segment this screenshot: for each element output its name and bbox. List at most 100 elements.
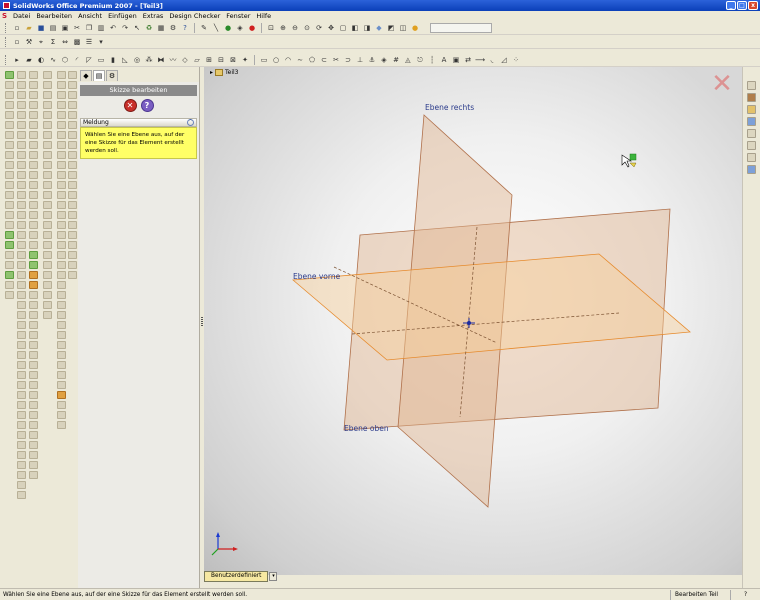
- sketch-grid-icon[interactable]: #: [391, 55, 401, 65]
- pan-icon[interactable]: ✥: [326, 23, 336, 33]
- minimize-button[interactable]: _: [726, 1, 736, 10]
- menu-design-checker[interactable]: Design Checker: [169, 12, 220, 20]
- reference-geometry-icon[interactable]: ◇: [180, 55, 190, 65]
- close-window-button[interactable]: x: [748, 1, 758, 10]
- tool-icon[interactable]: [56, 211, 66, 219]
- tool-icon[interactable]: [42, 231, 52, 239]
- tool-icon[interactable]: [4, 171, 14, 179]
- tool-icon[interactable]: [56, 151, 66, 159]
- tool-icon[interactable]: [67, 231, 77, 239]
- tool-icon[interactable]: [56, 311, 66, 319]
- tool-icon[interactable]: [28, 251, 38, 259]
- tool-icon[interactable]: [56, 411, 66, 419]
- sketch-polygon-icon[interactable]: ⬠: [307, 55, 317, 65]
- tool-icon[interactable]: [4, 261, 14, 269]
- tool-icon[interactable]: [4, 281, 14, 289]
- tools-icon[interactable]: ⚒: [24, 37, 34, 47]
- tool-icon[interactable]: [4, 191, 14, 199]
- tool-icon[interactable]: [28, 391, 38, 399]
- sketch-block-icon[interactable]: ▣: [451, 55, 461, 65]
- tool-icon[interactable]: [4, 91, 14, 99]
- tool-icon[interactable]: [67, 271, 77, 279]
- configuration-combo[interactable]: [430, 22, 492, 33]
- tool-icon[interactable]: [67, 121, 77, 129]
- tool-icon[interactable]: [28, 141, 38, 149]
- record-icon[interactable]: ●: [247, 23, 257, 33]
- tool-icon[interactable]: [16, 361, 26, 369]
- tool-icon[interactable]: [16, 221, 26, 229]
- tool-icon[interactable]: [16, 151, 26, 159]
- sketch-spline-icon[interactable]: ∼: [295, 55, 305, 65]
- tool-icon[interactable]: [42, 211, 52, 219]
- tool-icon[interactable]: [42, 281, 52, 289]
- tool-icon[interactable]: [56, 81, 66, 89]
- tool-icon[interactable]: [28, 361, 38, 369]
- smart-dimension-icon[interactable]: ◈: [235, 23, 245, 33]
- tool-icon[interactable]: [67, 171, 77, 179]
- tool-icon[interactable]: [4, 251, 14, 259]
- hole-icon[interactable]: ◎: [132, 55, 142, 65]
- tool-icon[interactable]: [28, 431, 38, 439]
- tool-icon[interactable]: [16, 231, 26, 239]
- sketch-relations-icon[interactable]: ⊥: [355, 55, 365, 65]
- tool-icon[interactable]: [42, 261, 52, 269]
- tool-icon[interactable]: [67, 111, 77, 119]
- tool-icon[interactable]: [28, 471, 38, 479]
- tool-icon[interactable]: [28, 301, 38, 309]
- tool-icon[interactable]: [28, 151, 38, 159]
- tool-icon[interactable]: [28, 451, 38, 459]
- tool-icon[interactable]: [42, 151, 52, 159]
- tool-icon[interactable]: [28, 201, 38, 209]
- help-icon[interactable]: ?: [140, 99, 154, 112]
- tool-icon[interactable]: [56, 301, 66, 309]
- tool-icon[interactable]: [4, 101, 14, 109]
- tool-icon[interactable]: [16, 191, 26, 199]
- tool-icon[interactable]: [56, 91, 66, 99]
- print-preview-icon[interactable]: ▣: [60, 23, 70, 33]
- tool-icon[interactable]: [28, 311, 38, 319]
- tool-icon[interactable]: [42, 71, 52, 79]
- tool-icon[interactable]: [28, 161, 38, 169]
- tool-icon[interactable]: [16, 211, 26, 219]
- search-icon[interactable]: [747, 117, 756, 126]
- new-icon[interactable]: ▫: [12, 23, 22, 33]
- tool-icon[interactable]: [42, 161, 52, 169]
- paste-icon[interactable]: ▥: [96, 23, 106, 33]
- tool-icon[interactable]: [56, 321, 66, 329]
- options-icon[interactable]: ⚙: [168, 23, 178, 33]
- custom-properties-icon[interactable]: [747, 153, 756, 162]
- tool-icon[interactable]: [42, 101, 52, 109]
- tool-icon[interactable]: [28, 441, 38, 449]
- menu-extras[interactable]: Extras: [143, 12, 164, 20]
- plane-label-top[interactable]: Ebene oben: [344, 424, 389, 433]
- tool-icon[interactable]: [16, 451, 26, 459]
- tool-icon[interactable]: [16, 391, 26, 399]
- draft-icon[interactable]: ◺: [120, 55, 130, 65]
- sketch-pattern-icon[interactable]: ⁘: [511, 55, 521, 65]
- tool-icon[interactable]: [4, 131, 14, 139]
- tool-icon[interactable]: [56, 291, 66, 299]
- sketch-exit-icon[interactable]: ⎋: [415, 55, 425, 65]
- shaded-icon[interactable]: ◆: [374, 23, 384, 33]
- home-icon[interactable]: [747, 81, 756, 90]
- tool-icon[interactable]: [16, 81, 26, 89]
- compass-icon[interactable]: ⌖: [36, 37, 46, 47]
- tool-icon[interactable]: [16, 121, 26, 129]
- curve-icon[interactable]: [4, 231, 14, 239]
- tool-icon[interactable]: [67, 151, 77, 159]
- graphics-area[interactable]: ▸ Teil3 ✕ Ebene rechts Ebene vorne Ebene…: [204, 67, 742, 575]
- weldment-icon[interactable]: ⊞: [204, 55, 214, 65]
- tool-icon[interactable]: [16, 131, 26, 139]
- plane-label-front[interactable]: Ebene vorne: [293, 272, 340, 281]
- tool-icon[interactable]: [28, 231, 38, 239]
- sketch-3d-icon[interactable]: ◬: [403, 55, 413, 65]
- tool-icon[interactable]: [67, 141, 77, 149]
- tool-icon[interactable]: [28, 81, 38, 89]
- file-properties-icon[interactable]: ▦: [156, 23, 166, 33]
- tool-icon[interactable]: [16, 381, 26, 389]
- tool-icon[interactable]: [56, 271, 66, 279]
- tool-icon[interactable]: [16, 171, 26, 179]
- tool-icon[interactable]: [56, 101, 66, 109]
- mold-icon[interactable]: ⊟: [216, 55, 226, 65]
- tool-icon[interactable]: [28, 191, 38, 199]
